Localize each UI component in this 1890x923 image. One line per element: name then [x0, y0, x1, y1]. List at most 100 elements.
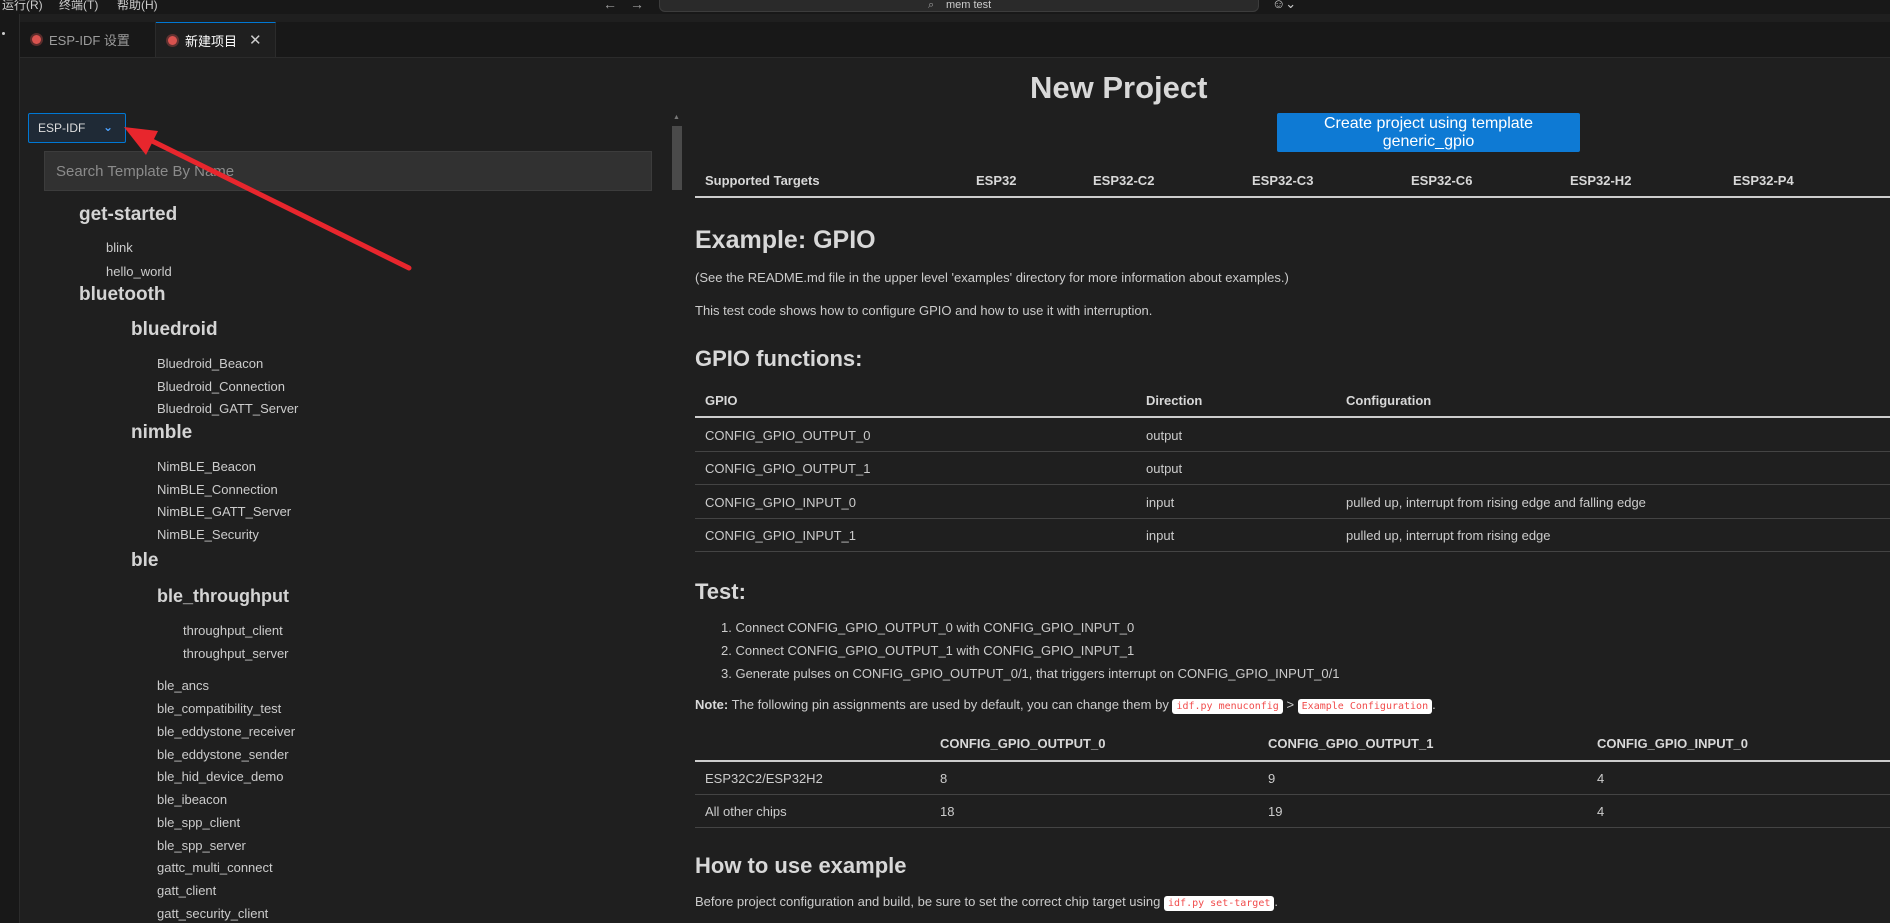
table-cell: pulled up, interrupt from rising edge: [1346, 528, 1551, 543]
note-end: .: [1432, 697, 1436, 712]
template-ble-ibeacon[interactable]: ble_ibeacon: [157, 792, 227, 807]
template-gatt-client[interactable]: gatt_client: [157, 883, 216, 898]
readme-note: (See the README.md file in the upper lev…: [695, 270, 1289, 285]
tab-new-project[interactable]: 新建项目 ✕: [156, 22, 276, 57]
create-project-button[interactable]: Create project using template generic_gp…: [1277, 113, 1580, 152]
template-bluedroid-gatt-server[interactable]: Bluedroid_GATT_Server: [157, 401, 298, 416]
table-cell: CONFIG_GPIO_INPUT_1: [705, 528, 856, 543]
template-blink[interactable]: blink: [106, 240, 133, 255]
template-nimble-beacon[interactable]: NimBLE_Beacon: [157, 459, 256, 474]
note-label: Note:: [695, 697, 729, 712]
template-gatt-security-client[interactable]: gatt_security_client: [157, 906, 268, 921]
table-cell: 18: [940, 804, 955, 819]
menu-help[interactable]: 帮助(H): [117, 0, 158, 13]
target-esp32-c6: ESP32-C6: [1411, 173, 1473, 188]
template-ble-spp-client[interactable]: ble_spp_client: [157, 815, 240, 830]
test-step: 3. Generate pulses on CONFIG_GPIO_OUTPUT…: [721, 666, 1340, 681]
back-arrow-icon[interactable]: ←: [603, 0, 617, 12]
command-center-search[interactable]: ⌕ mem test: [659, 0, 1259, 12]
table-rule: [695, 484, 1890, 485]
forward-arrow-icon[interactable]: →: [630, 0, 644, 12]
template-nimble-connection[interactable]: NimBLE_Connection: [157, 482, 278, 497]
howto-title: How to use example: [695, 853, 907, 878]
scrollbar-thumb[interactable]: [672, 126, 682, 190]
table-rule: [695, 518, 1890, 519]
note-separator: >: [1286, 697, 1295, 712]
tree-category-ble-throughput: ble_throughput: [157, 586, 289, 606]
scroll-up-icon[interactable]: ▲: [673, 114, 680, 121]
table-cell: 9: [1268, 771, 1276, 786]
test-step: 2. Connect CONFIG_GPIO_OUTPUT_1 with CON…: [721, 643, 1135, 658]
copilot-icon[interactable]: ☺⌄: [1272, 0, 1296, 12]
template-ble-hid-device-demo[interactable]: ble_hid_device_demo: [157, 769, 283, 784]
esp-idf-icon: [168, 35, 177, 45]
table-cell: CONFIG_GPIO_OUTPUT_0: [705, 428, 871, 443]
chevron-down-icon: ⌄: [102, 120, 113, 134]
framework-select[interactable]: ESP-IDF ⌄: [28, 113, 126, 143]
table-cell: CONFIG_GPIO_INPUT_0: [705, 495, 856, 510]
pin-header-output-0: CONFIG_GPIO_OUTPUT_0: [940, 736, 1106, 751]
table-cell: 19: [1268, 804, 1283, 819]
template-nimble-gatt-server[interactable]: NimBLE_GATT_Server: [157, 504, 291, 519]
pin-header-input-0: CONFIG_GPIO_INPUT_0: [1597, 736, 1748, 751]
target-esp32-c3: ESP32-C3: [1252, 173, 1314, 188]
functions-header-gpio: GPIO: [705, 393, 738, 408]
tree-category-ble: ble: [131, 550, 159, 571]
template-nimble-security[interactable]: NimBLE_Security: [157, 527, 259, 542]
menu-terminal[interactable]: 终端(T): [59, 0, 98, 13]
template-ble-ancs[interactable]: ble_ancs: [157, 678, 209, 693]
template-hello-world[interactable]: hello_world: [106, 264, 172, 279]
table-rule: [695, 451, 1890, 452]
page-title: New Project: [1030, 70, 1208, 105]
template-throughput-client[interactable]: throughput_client: [183, 623, 283, 638]
table-cell: output: [1146, 461, 1183, 476]
table-cell: ESP32C2/ESP32H2: [705, 771, 823, 786]
table-cell: CONFIG_GPIO_OUTPUT_1: [705, 461, 871, 476]
table-cell: input: [1146, 495, 1175, 510]
howto-end: .: [1274, 894, 1278, 909]
code-example-configuration: Example Configuration: [1297, 699, 1433, 714]
editor-tab-bar: ESP-IDF 设置 新建项目 ✕: [20, 22, 1890, 58]
template-bluedroid-connection[interactable]: Bluedroid_Connection: [157, 379, 285, 394]
pin-header-output-1: CONFIG_GPIO_OUTPUT_1: [1268, 736, 1434, 751]
tab-label: ESP-IDF 设置: [49, 33, 130, 48]
functions-title: GPIO functions:: [695, 346, 863, 371]
activity-bar: [0, 14, 20, 923]
target-esp32-c2: ESP32-C2: [1093, 173, 1155, 188]
code-menuconfig: idf.py menuconfig: [1172, 699, 1283, 714]
command-center-text: mem test: [946, 0, 992, 11]
table-rule: [695, 416, 1890, 418]
template-ble-eddystone-sender[interactable]: ble_eddystone_sender: [157, 747, 289, 762]
target-esp32: ESP32: [976, 173, 1017, 188]
tree-category-bluedroid: bluedroid: [131, 319, 218, 340]
template-throughput-server[interactable]: throughput_server: [183, 646, 289, 661]
table-cell: output: [1146, 428, 1183, 443]
close-icon[interactable]: ✕: [249, 31, 262, 49]
menu-run[interactable]: 运行(R): [2, 0, 43, 13]
howto-text: Before project configuration and build, …: [695, 894, 1161, 909]
target-esp32-p4: ESP32-P4: [1733, 173, 1794, 188]
note-line: Note: The following pin assignments are …: [695, 697, 1436, 714]
example-title: Example: GPIO: [695, 226, 876, 254]
esp-idf-icon: [32, 35, 41, 44]
table-cell: 4: [1597, 804, 1605, 819]
targets-header-label: Supported Targets: [705, 173, 820, 188]
template-ble-eddystone-receiver[interactable]: ble_eddystone_receiver: [157, 724, 295, 739]
tree-category-get-started: get-started: [79, 204, 178, 225]
template-ble-compatibility-test[interactable]: ble_compatibility_test: [157, 701, 281, 716]
table-cell: All other chips: [705, 804, 787, 819]
table-rule: [695, 196, 1890, 198]
code-set-target: idf.py set-target: [1164, 896, 1275, 911]
template-gattc-multi-connect[interactable]: gattc_multi_connect: [157, 860, 273, 875]
table-rule: [695, 827, 1890, 828]
table-cell: input: [1146, 528, 1175, 543]
howto-line: Before project configuration and build, …: [695, 894, 1278, 911]
template-list-scrollbar[interactable]: ▲: [671, 114, 683, 923]
template-search-input[interactable]: [44, 151, 652, 191]
note-text: The following pin assignments are used b…: [731, 697, 1169, 712]
tree-category-nimble: nimble: [131, 422, 193, 443]
tab-esp-idf-settings[interactable]: ESP-IDF 设置: [20, 22, 156, 57]
template-ble-spp-server[interactable]: ble_spp_server: [157, 838, 246, 853]
template-bluedroid-beacon[interactable]: Bluedroid_Beacon: [157, 356, 263, 371]
tree-category-bluetooth: bluetooth: [79, 284, 166, 305]
